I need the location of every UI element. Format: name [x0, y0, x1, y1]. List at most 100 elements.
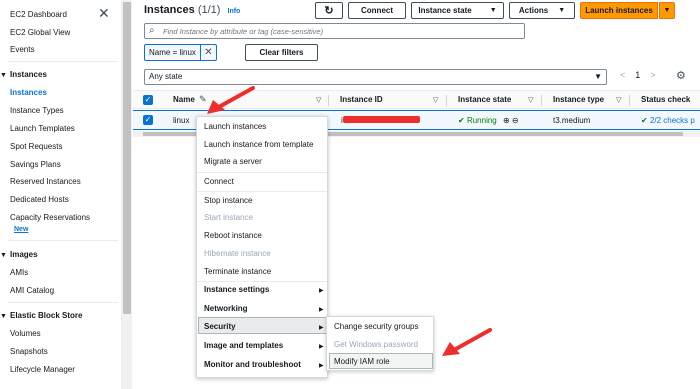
sidebar-item-lifecycle-manager[interactable]: Lifecycle Manager	[10, 365, 75, 374]
search-input[interactable]	[163, 25, 518, 37]
column-divider[interactable]	[541, 95, 542, 106]
cell-instance-type: t3.medium	[553, 116, 591, 125]
sidebar-section-instances[interactable]: ▼ Instances	[0, 70, 47, 79]
menu-item-get-windows-password: Get Windows password	[334, 340, 419, 349]
sidebar-item-ami-catalog[interactable]: AMI Catalog	[10, 286, 54, 295]
sidebar-item-spot-requests[interactable]: Spot Requests	[10, 142, 62, 151]
menu-item-migrate-server[interactable]: Migrate a server	[204, 157, 262, 166]
menu-item-start-instance: Start instance	[204, 213, 253, 222]
sidebar-item-instances[interactable]: Instances	[10, 88, 47, 97]
actions-button[interactable]: Actions ▼	[509, 2, 575, 19]
menu-item-stop-instance[interactable]: Stop instance	[204, 196, 252, 205]
launch-instances-button[interactable]: Launch instances	[580, 2, 658, 19]
sidebar-item-launch-templates[interactable]: Launch Templates	[10, 124, 75, 133]
caret-down-icon: ▼	[0, 313, 7, 320]
sidebar-item-capacity-reservations[interactable]: Capacity Reservations	[10, 213, 90, 222]
sidebar-item-savings-plans[interactable]: Savings Plans	[10, 160, 61, 169]
menu-item-launch-instances[interactable]: Launch instances	[204, 122, 266, 131]
check-circle-icon: ✔	[458, 116, 465, 125]
sidebar-item-ec2-global-view[interactable]: EC2 Global View	[10, 28, 70, 37]
security-submenu: Change security groups Get Windows passw…	[326, 316, 434, 371]
close-icon[interactable]: ✕	[201, 47, 216, 58]
menu-divider	[197, 281, 327, 282]
menu-item-monitor-and-troubleshoot[interactable]: Monitor and troubleshoot	[204, 360, 301, 369]
prev-page-button[interactable]: <	[620, 70, 625, 80]
sidebar-item-amis[interactable]: AMIs	[10, 268, 28, 277]
instance-state-button[interactable]: Instance state ▼	[411, 2, 504, 19]
instance-state-label: Instance state	[418, 6, 472, 15]
close-icon[interactable]: ✕	[98, 6, 112, 20]
status-check-value[interactable]: 2/2 checks p	[650, 116, 695, 125]
select-value: Any state	[149, 72, 183, 81]
column-divider[interactable]	[629, 95, 630, 106]
page-title-text: Instances	[144, 4, 195, 16]
menu-item-instance-settings[interactable]: Instance settings	[204, 285, 269, 294]
sidebar-item-events[interactable]: Events	[10, 45, 34, 54]
caret-down-icon: ▼	[594, 72, 602, 81]
sidebar-item-snapshots[interactable]: Snapshots	[10, 347, 48, 356]
selection-count: (1/1)	[197, 4, 221, 16]
column-header-instance-id[interactable]: Instance ID	[340, 95, 383, 104]
cell-name[interactable]: linux	[173, 116, 189, 125]
sidebar-section-images[interactable]: ▼ Images	[0, 250, 38, 259]
page-number[interactable]: 1	[635, 70, 640, 80]
filter-token-label: Name = linux	[145, 45, 201, 60]
new-badge: New	[14, 226, 29, 233]
sidebar-item-instance-types[interactable]: Instance Types	[10, 106, 64, 115]
caret-down-icon: ▼	[0, 72, 7, 79]
cell-status-check: ✔ 2/2 checks p	[641, 116, 695, 125]
sidebar-section-label: Elastic Block Store	[10, 311, 83, 320]
menu-item-modify-iam-role[interactable]: Modify IAM role	[334, 357, 390, 366]
filter-token: Name = linux ✕	[144, 44, 217, 61]
clear-filters-button[interactable]: Clear filters	[245, 44, 318, 61]
info-link[interactable]: Info	[228, 8, 241, 15]
caret-right-icon: ▶	[319, 325, 324, 331]
menu-item-image-and-templates[interactable]: Image and templates	[204, 341, 283, 350]
annotation-arrow-icon	[442, 328, 492, 356]
column-header-instance-state[interactable]: Instance state	[458, 95, 511, 104]
sidebar-scrollbar-thumb[interactable]	[123, 2, 131, 314]
zoom-out-icon[interactable]: ⊖	[512, 116, 519, 125]
sidebar-divider	[8, 61, 118, 62]
menu-item-terminate-instance[interactable]: Terminate instance	[204, 267, 271, 276]
menu-item-connect[interactable]: Connect	[204, 177, 234, 186]
sort-icon[interactable]: ▽	[616, 96, 621, 104]
zoom-in-icon[interactable]: ⊕	[503, 116, 510, 125]
cell-instance-state: ✔ Running ⊕ ⊖	[458, 116, 519, 125]
menu-item-networking[interactable]: Networking	[204, 304, 248, 313]
sidebar-item-dedicated-hosts[interactable]: Dedicated Hosts	[10, 195, 69, 204]
search-icon: ⌕	[149, 25, 155, 36]
refresh-icon: ↻	[324, 5, 334, 17]
menu-item-change-security-groups[interactable]: Change security groups	[334, 322, 419, 331]
column-header-name[interactable]: Name	[173, 95, 195, 104]
launch-instances-dropdown[interactable]: ▼	[659, 2, 675, 19]
column-divider[interactable]	[328, 95, 329, 106]
caret-down-icon: ▼	[489, 7, 497, 14]
column-divider[interactable]	[446, 95, 447, 106]
search-box[interactable]: ⌕	[144, 23, 525, 39]
connect-button[interactable]: Connect	[348, 2, 406, 19]
column-header-status-check[interactable]: Status check	[641, 95, 690, 104]
instance-state-filter-select[interactable]: Any state ▼	[144, 69, 607, 85]
sidebar-divider	[8, 240, 118, 241]
row-checkbox[interactable]: ✓	[143, 115, 153, 125]
sidebar-section-ebs[interactable]: ▼ Elastic Block Store	[0, 311, 82, 320]
menu-divider	[197, 191, 327, 192]
gear-icon[interactable]: ⚙	[676, 69, 686, 82]
column-header-instance-type[interactable]: Instance type	[553, 95, 604, 104]
menu-item-reboot-instance[interactable]: Reboot instance	[204, 231, 262, 240]
menu-item-security[interactable]: Security	[204, 322, 236, 331]
sidebar-item-reserved-instances[interactable]: Reserved Instances	[10, 177, 81, 186]
sort-icon[interactable]: ▽	[528, 96, 533, 104]
refresh-button[interactable]: ↻	[315, 2, 343, 19]
select-all-checkbox[interactable]: ✓	[143, 95, 153, 105]
sidebar: EC2 Dashboard ✕ EC2 Global View Events ▼…	[0, 0, 122, 389]
sort-icon[interactable]: ▽	[433, 96, 438, 104]
menu-item-hibernate-instance: Hibernate instance	[204, 249, 271, 258]
sidebar-item-volumes[interactable]: Volumes	[10, 329, 41, 338]
sort-icon[interactable]: ▽	[316, 96, 321, 104]
sidebar-section-label: Images	[10, 250, 38, 259]
next-page-button[interactable]: >	[650, 70, 655, 80]
menu-item-launch-from-template[interactable]: Launch instance from template	[204, 140, 313, 149]
sidebar-item-ec2-dashboard[interactable]: EC2 Dashboard	[10, 10, 67, 19]
